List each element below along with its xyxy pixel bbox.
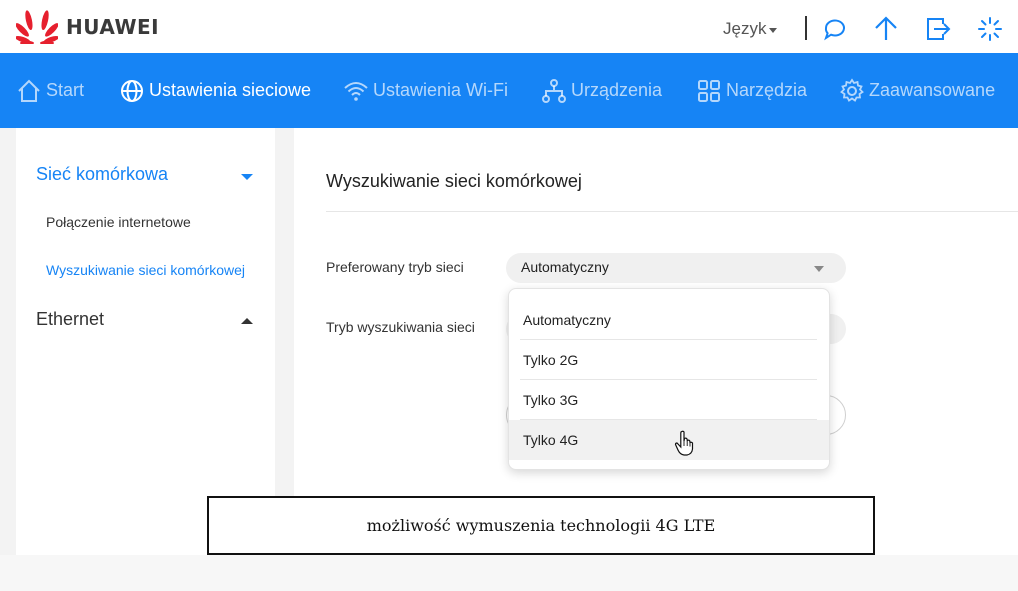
dropdown-option-2g[interactable]: Tylko 2G <box>509 340 829 380</box>
title-divider <box>326 211 1018 212</box>
page-title: Wyszukiwanie sieci komórkowej <box>326 171 582 191</box>
dropdown-option-3g[interactable]: Tylko 3G <box>509 380 829 420</box>
language-selector[interactable]: Język <box>723 19 778 39</box>
nav-item-label: Narzędzia <box>726 80 808 100</box>
nav-item-label: Ustawienia Wi-Fi <box>373 80 509 100</box>
nav-item-network-settings[interactable]: Ustawienia sieciowe <box>119 53 311 128</box>
caption-text: możliwość wymuszenia technologii 4G LTE <box>366 516 716 535</box>
tools-icon <box>698 79 720 102</box>
nav-item-advanced[interactable]: Zaawansowane <box>839 53 995 128</box>
preferred-network-mode-select[interactable]: Automatyczny <box>506 253 846 283</box>
network-search-mode-label: Tryb wyszukiwania sieci <box>326 319 475 335</box>
network-mode-dropdown: Automatyczny Tylko 2G Tylko 3G Tylko 4G <box>508 288 830 470</box>
dropdown-option-4g[interactable]: Tylko 4G <box>509 420 829 460</box>
gear-icon <box>840 77 864 102</box>
nav-item-start[interactable]: Start <box>16 53 84 128</box>
chevron-down-icon <box>814 266 824 272</box>
preferred-network-mode-label: Preferowany tryb sieci <box>326 259 464 275</box>
chat-icon[interactable] <box>822 16 848 42</box>
option-label: Tylko 4G <box>523 432 579 448</box>
caret-down-icon[interactable] <box>241 174 253 180</box>
caret-down-icon <box>769 27 778 33</box>
language-label: Język <box>723 19 767 38</box>
option-label: Tylko 2G <box>523 352 579 368</box>
header-separator <box>805 16 807 40</box>
sidebar-group-mobile-network[interactable]: Sieć komórkowa <box>36 164 168 185</box>
bottom-strip <box>0 555 1018 591</box>
brand-name: HUAWEI <box>66 15 160 39</box>
nav-item-wifi-settings[interactable]: Ustawienia Wi-Fi <box>343 53 508 128</box>
nav-item-label: Start <box>46 80 85 100</box>
globe-icon <box>121 79 143 102</box>
nav-item-devices[interactable]: Urządzenia <box>541 53 662 128</box>
upload-icon[interactable] <box>873 16 899 42</box>
huawei-logo[interactable]: HUAWEI <box>16 10 159 44</box>
caret-up-icon[interactable] <box>241 318 253 324</box>
sidebar-item-internet-connection[interactable]: Połączenie internetowe <box>46 214 191 230</box>
sidebar-item-network-search[interactable]: Wyszukiwanie sieci komórkowej <box>46 262 245 278</box>
selected-value: Automatyczny <box>521 259 609 275</box>
huawei-petals-icon <box>16 10 58 44</box>
hand-cursor-icon <box>674 430 694 456</box>
sidebar-group-ethernet[interactable]: Ethernet <box>36 309 104 330</box>
main-navigation: Start Ustawienia sieciowe Ustawienia Wi-… <box>0 53 1018 128</box>
devices-icon <box>542 78 566 103</box>
wifi-icon <box>344 81 368 101</box>
caption-box: możliwość wymuszenia technologii 4G LTE <box>207 496 875 555</box>
nav-item-label: Urządzenia <box>571 80 663 100</box>
logout-icon[interactable] <box>925 16 951 42</box>
top-header: HUAWEI Język <box>0 0 1018 53</box>
nav-item-label: Zaawansowane <box>869 80 996 100</box>
nav-item-label: Ustawienia sieciowe <box>149 80 312 100</box>
page-margin <box>0 128 16 591</box>
dropdown-option-auto[interactable]: Automatyczny <box>509 300 829 340</box>
option-label: Tylko 3G <box>523 392 579 408</box>
nav-item-tools[interactable]: Narzędzia <box>696 53 807 128</box>
home-icon <box>18 79 40 102</box>
loading-icon <box>978 17 1002 41</box>
option-label: Automatyczny <box>523 312 611 328</box>
